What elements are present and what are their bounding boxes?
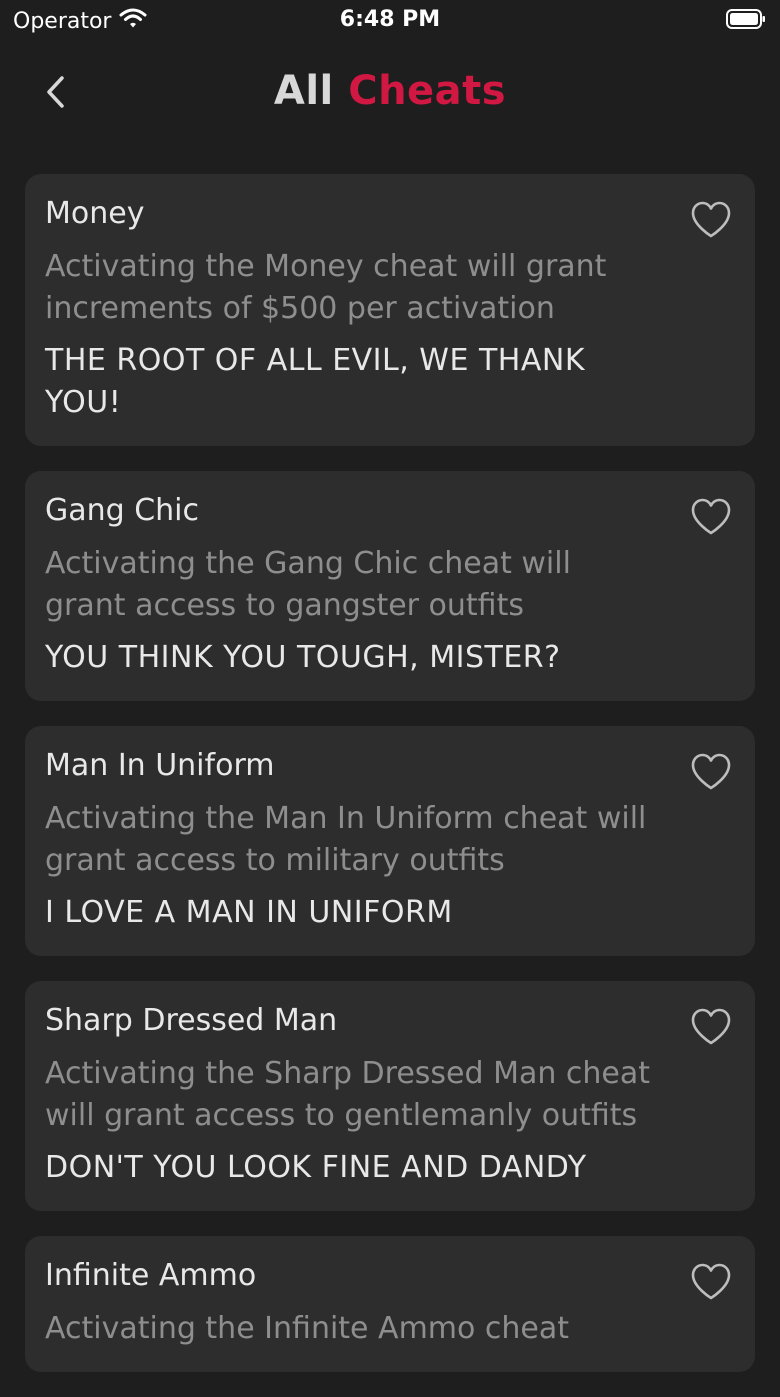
cheat-card-infinite-ammo[interactable]: Infinite Ammo Activating the Infinite Am… [25, 1236, 755, 1372]
cheat-card-man-in-uniform[interactable]: Man In Uniform Activating the Man In Uni… [25, 726, 755, 956]
cheat-description: Activating the Gang Chic cheat will gran… [45, 546, 571, 623]
cheat-card-gang-chic[interactable]: Gang Chic Activating the Gang Chic cheat… [25, 471, 755, 701]
heart-outline-icon [691, 201, 731, 238]
page-title-part1: All [273, 68, 334, 114]
cheat-description: Activating the Sharp Dressed Man cheat w… [45, 1056, 650, 1133]
cheat-description: Activating the Man In Uniform cheat will… [45, 801, 647, 878]
page-title: All Cheats [0, 68, 780, 114]
status-time: 6:48 PM [339, 7, 441, 32]
status-bar: Operator 6:48 PM [0, 0, 780, 40]
favorite-button[interactable] [689, 1260, 733, 1304]
cheat-card-sharp-dressed-man[interactable]: Sharp Dressed Man Activating the Sharp D… [25, 981, 755, 1211]
cheat-list: Money Activating the Money cheat will gr… [25, 174, 755, 1397]
cheat-card-money[interactable]: Money Activating the Money cheat will gr… [25, 174, 755, 446]
page-title-part2: Cheats [348, 68, 507, 114]
cheat-code: DON'T YOU LOOK FINE AND DANDY [45, 1150, 587, 1185]
cheat-description: Activating the Infinite Ammo cheat [45, 1311, 570, 1346]
battery-icon [726, 9, 766, 29]
heart-outline-icon [691, 1263, 731, 1300]
heart-outline-icon [691, 1008, 731, 1045]
cheat-name: Man In Uniform [45, 748, 275, 783]
favorite-button[interactable] [689, 198, 733, 242]
cheat-description: Activating the Money cheat will grant in… [45, 249, 607, 326]
cheat-code: THE ROOT OF ALL EVIL, WE THANK YOU! [45, 343, 585, 420]
heart-outline-icon [691, 498, 731, 535]
favorite-button[interactable] [689, 750, 733, 794]
cheat-name: Sharp Dressed Man [45, 1003, 338, 1038]
cheat-name: Infinite Ammo [45, 1258, 257, 1293]
nav-bar: All Cheats [0, 52, 780, 138]
cheat-code: I LOVE A MAN IN UNIFORM [45, 895, 453, 930]
heart-outline-icon [691, 753, 731, 790]
cheat-name: Gang Chic [45, 493, 200, 528]
favorite-button[interactable] [689, 1005, 733, 1049]
favorite-button[interactable] [689, 495, 733, 539]
cheat-name: Money [45, 196, 145, 231]
cheat-code: YOU THINK YOU TOUGH, MISTER? [45, 640, 561, 675]
